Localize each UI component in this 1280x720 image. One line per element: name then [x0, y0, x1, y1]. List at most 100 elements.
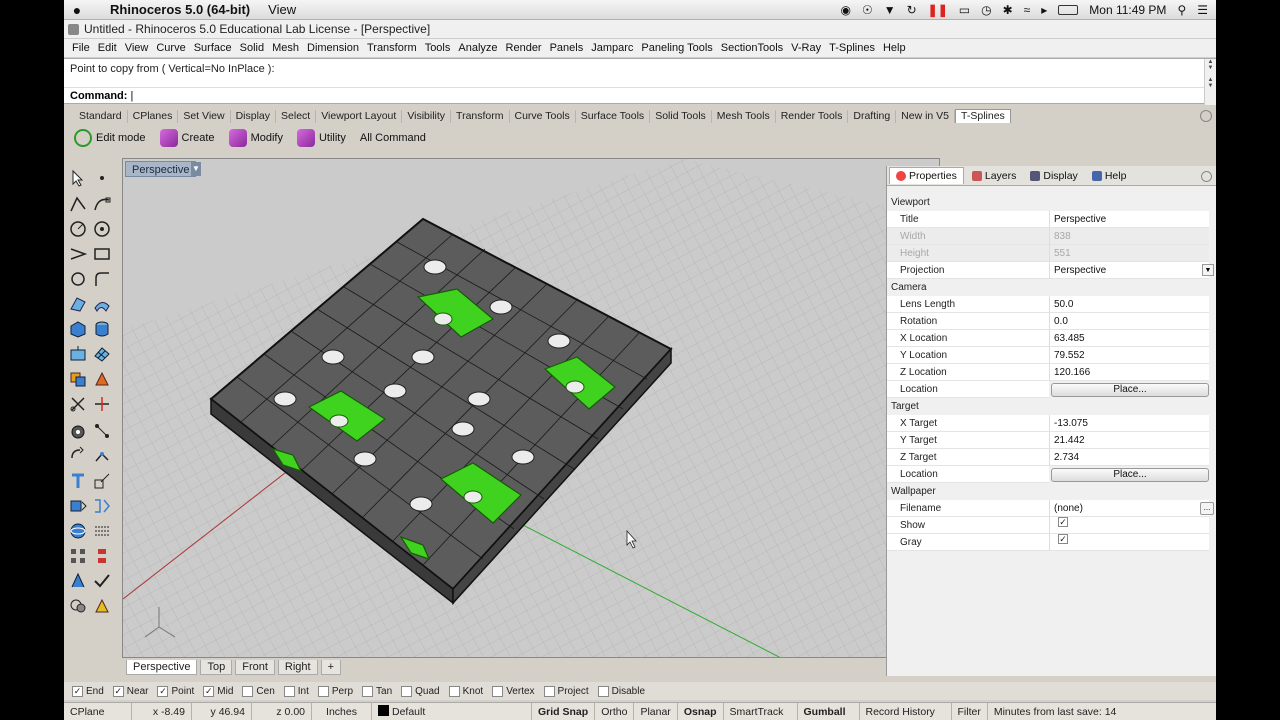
osnap-end[interactable]: ✓ End: [72, 685, 104, 697]
osnap-checkbox[interactable]: ✓: [72, 685, 83, 697]
status-planar[interactable]: Planar: [634, 702, 678, 720]
status-cplane[interactable]: CPlane: [64, 702, 132, 720]
menu-render[interactable]: Render: [502, 42, 546, 54]
menu-view[interactable]: View: [121, 42, 153, 54]
osnap-checkbox[interactable]: [317, 685, 329, 697]
surface-corner-icon[interactable]: [68, 294, 88, 314]
circle-icon[interactable]: [68, 219, 88, 239]
apple-icon[interactable]: ●: [64, 2, 90, 18]
sync-icon[interactable]: ↻: [907, 3, 917, 17]
target-place-button[interactable]: Place...: [1051, 467, 1209, 482]
mac-app-name[interactable]: Rhinoceros 5.0 (64-bit): [90, 2, 262, 17]
trim-icon[interactable]: [68, 394, 88, 414]
wifi-icon[interactable]: ≈: [1024, 3, 1031, 17]
osnap-checkbox[interactable]: [492, 685, 504, 697]
osnap-checkbox[interactable]: [543, 685, 555, 697]
volume-icon[interactable]: ▸: [1041, 3, 1047, 17]
viewport-title-dropdown-icon[interactable]: ▼: [191, 162, 201, 176]
rectangle-icon[interactable]: [92, 244, 112, 264]
select-arrow-icon[interactable]: [68, 168, 88, 188]
record-icon[interactable]: ☉: [862, 3, 873, 17]
history-icon[interactable]: [92, 546, 112, 566]
menu-tools[interactable]: Tools: [421, 42, 455, 54]
tab-mesh-tools[interactable]: Mesh Tools: [712, 109, 776, 123]
group-icon[interactable]: [68, 596, 88, 616]
panel-tab-display[interactable]: Display: [1024, 168, 1083, 184]
viewport-tab-right[interactable]: Right: [277, 659, 318, 675]
menu-curve[interactable]: Curve: [152, 42, 189, 54]
panel-tab-properties[interactable]: Properties: [889, 167, 964, 184]
rotate-icon[interactable]: [68, 446, 88, 466]
osnap-vertex[interactable]: Vertex: [492, 685, 535, 697]
osnap-checkbox[interactable]: [283, 685, 295, 697]
menu-mesh[interactable]: Mesh: [268, 42, 303, 54]
analyze-icon[interactable]: [68, 571, 88, 591]
menu-panels[interactable]: Panels: [546, 42, 588, 54]
tab-tsplines[interactable]: T-Splines: [955, 109, 1011, 123]
osnap-int[interactable]: Int: [283, 685, 309, 697]
modify-button[interactable]: Modify: [225, 127, 287, 149]
all-command-button[interactable]: All Command: [356, 127, 430, 149]
create-button[interactable]: Create: [156, 127, 219, 149]
mesh-icon[interactable]: [92, 344, 112, 364]
menu-solid[interactable]: Solid: [236, 42, 268, 54]
toolbar-gear-icon[interactable]: [1200, 110, 1212, 122]
tab-surface-tools[interactable]: Surface Tools: [576, 109, 651, 123]
material-icon[interactable]: [92, 596, 112, 616]
shield-icon[interactable]: ▼: [884, 3, 896, 17]
move-points-icon[interactable]: [92, 421, 112, 441]
prop-y-location-field[interactable]: 79.552: [1049, 347, 1209, 364]
osnap-checkbox[interactable]: [362, 685, 374, 697]
extrude-icon[interactable]: [68, 344, 88, 364]
tab-display[interactable]: Display: [231, 109, 277, 123]
box-solid-icon[interactable]: [68, 319, 88, 339]
status-layer[interactable]: Default: [372, 702, 532, 720]
osnap-checkbox[interactable]: [448, 685, 460, 697]
command-scrollbar[interactable]: ▲ ▼ ▲ ▼: [1204, 59, 1216, 105]
orient-icon[interactable]: [92, 446, 112, 466]
render-sphere-icon[interactable]: [68, 521, 88, 541]
split-icon[interactable]: [92, 394, 112, 414]
status-gumball[interactable]: Gumball: [798, 702, 860, 720]
menu-analyze[interactable]: Analyze: [454, 42, 501, 54]
panel-tab-layers[interactable]: Layers: [966, 168, 1023, 184]
osnap-checkbox[interactable]: [597, 685, 609, 697]
bluetooth-icon[interactable]: ✱: [1003, 3, 1013, 17]
menu-transform[interactable]: Transform: [363, 42, 421, 54]
chevron-down-icon[interactable]: ▼: [1202, 264, 1214, 276]
prop-x-target-field[interactable]: -13.075: [1049, 415, 1209, 432]
osnap-checkbox[interactable]: ✓: [157, 685, 169, 697]
time-machine-icon[interactable]: ◷: [981, 3, 991, 17]
menu-jamparc[interactable]: Jamparc: [587, 42, 637, 54]
circle-center-icon[interactable]: [92, 219, 112, 239]
status-smarttrack[interactable]: SmartTrack: [724, 702, 798, 720]
osnap-perp[interactable]: Perp: [317, 685, 353, 697]
osnap-disable[interactable]: Disable: [597, 685, 645, 697]
battery-icon[interactable]: [1058, 5, 1079, 15]
viewport-tab-front[interactable]: Front: [235, 659, 275, 675]
menu-paneling-tools[interactable]: Paneling Tools: [637, 42, 716, 54]
polyline-icon[interactable]: [68, 194, 88, 214]
tab-select[interactable]: Select: [276, 109, 317, 123]
tab-solid-tools[interactable]: Solid Tools: [650, 109, 712, 123]
status-ortho[interactable]: Ortho: [595, 702, 635, 720]
tab-set-view[interactable]: Set View: [178, 109, 231, 123]
status-grid-snap[interactable]: Grid Snap: [532, 702, 596, 720]
osnap-project[interactable]: Project: [543, 685, 589, 697]
prop-filename-field[interactable]: (none): [1049, 500, 1209, 517]
osnap-tan[interactable]: Tan: [362, 685, 392, 697]
utility-button[interactable]: Utility: [293, 127, 350, 149]
bell-icon[interactable]: ◉: [840, 3, 850, 17]
menu-dimension[interactable]: Dimension: [303, 42, 363, 54]
panel-tab-help[interactable]: Help: [1086, 168, 1133, 184]
tab-render-tools[interactable]: Render Tools: [776, 109, 849, 123]
prop-x-location-field[interactable]: 63.485: [1049, 330, 1209, 347]
osnap-checkbox[interactable]: ✓: [203, 685, 215, 697]
tab-transform[interactable]: Transform: [451, 109, 510, 123]
menu-sectiontools[interactable]: SectionTools: [717, 42, 787, 54]
tab-drafting[interactable]: Drafting: [848, 109, 897, 123]
array-icon[interactable]: [68, 546, 88, 566]
curve-cv-icon[interactable]: [92, 194, 112, 214]
viewport-perspective[interactable]: Perspective ▼: [122, 158, 940, 658]
menu-vray[interactable]: V-Ray: [787, 42, 825, 54]
